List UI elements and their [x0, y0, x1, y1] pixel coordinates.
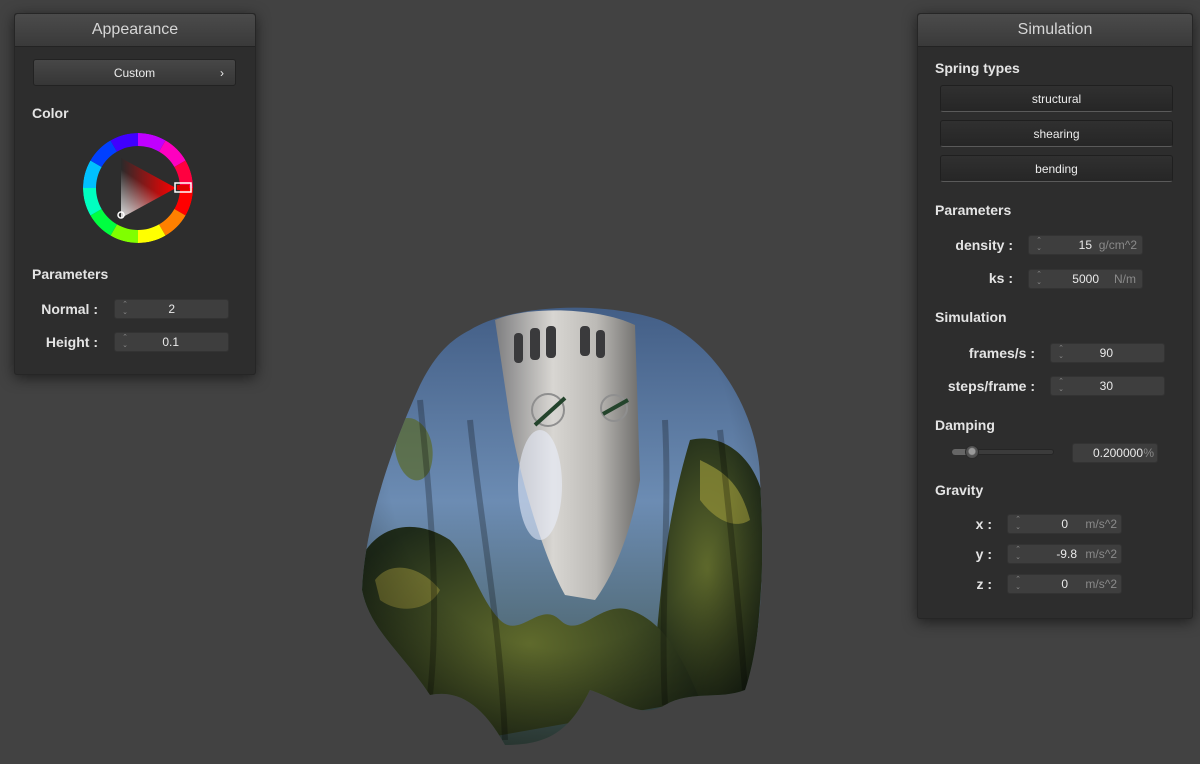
damping-value-box[interactable]: 0.200000 %: [1072, 443, 1158, 463]
spin-arrows-icon[interactable]: ⌃ ⌄: [1057, 345, 1065, 361]
spin-arrows-icon[interactable]: ⌃ ⌄: [1014, 546, 1022, 562]
chevron-right-icon: ›: [220, 66, 224, 80]
gravity-z-label: z :: [976, 576, 992, 592]
color-section-label: Color: [32, 105, 69, 121]
gravity-y-label: y :: [975, 546, 992, 562]
gravity-x-value: 0: [1061, 517, 1068, 531]
ks-spinbox[interactable]: ⌃ ⌄ 5000 N/m: [1028, 269, 1143, 289]
damping-unit: %: [1143, 446, 1154, 460]
gravity-y-spinbox[interactable]: ⌃ ⌄ -9.8 m/s^2: [1007, 544, 1122, 564]
steps-per-frame-value: 30: [1099, 379, 1113, 393]
normal-spinbox[interactable]: ⌃ ⌄ 2: [114, 299, 229, 319]
spin-arrows-icon[interactable]: ⌃ ⌄: [121, 334, 129, 350]
frames-per-second-spinbox[interactable]: ⌃ ⌄ 90: [1050, 343, 1165, 363]
appearance-parameters-label: Parameters: [32, 266, 109, 282]
gravity-y-unit: m/s^2: [1085, 547, 1117, 561]
damping-value: 0.200000: [1092, 446, 1143, 460]
spin-arrows-icon[interactable]: ⌃ ⌄: [1014, 576, 1022, 592]
spin-arrows-icon[interactable]: ⌃ ⌄: [1035, 237, 1043, 253]
spin-arrows-icon[interactable]: ⌃ ⌄: [121, 301, 129, 317]
height-label: Height :: [45, 334, 98, 350]
spin-arrows-icon[interactable]: ⌃ ⌄: [1014, 516, 1022, 532]
spin-arrows-icon[interactable]: ⌃ ⌄: [1057, 378, 1065, 394]
gravity-z-value: 0: [1061, 577, 1068, 591]
preset-dropdown-button[interactable]: Custom ›: [33, 59, 236, 86]
ks-unit: N/m: [1114, 272, 1136, 286]
spin-arrows-icon[interactable]: ⌃ ⌄: [1035, 271, 1043, 287]
density-label: density :: [955, 237, 1013, 253]
color-wheel[interactable]: [83, 133, 193, 243]
normal-label: Normal :: [41, 301, 98, 317]
ks-value: 5000: [1072, 272, 1099, 286]
gravity-z-unit: m/s^2: [1085, 577, 1117, 591]
shearing-toggle-button[interactable]: shearing: [940, 120, 1173, 147]
simulation-section-label: Simulation: [935, 309, 1007, 325]
damping-label: Damping: [935, 417, 995, 433]
frames-per-second-value: 90: [1099, 346, 1113, 360]
ks-label: ks :: [988, 270, 1013, 286]
gravity-label: Gravity: [935, 482, 984, 498]
gravity-y-value: -9.8: [1056, 547, 1077, 561]
appearance-panel-title[interactable]: Appearance: [15, 14, 255, 47]
frames-per-second-label: frames/s :: [968, 345, 1035, 361]
simulation-parameters-label: Parameters: [935, 202, 1012, 218]
density-value: 15: [1078, 238, 1092, 252]
bending-toggle-button[interactable]: bending: [940, 155, 1173, 182]
normal-value: 2: [168, 302, 175, 316]
steps-per-frame-spinbox[interactable]: ⌃ ⌄ 30: [1050, 376, 1165, 396]
gravity-z-spinbox[interactable]: ⌃ ⌄ 0 m/s^2: [1007, 574, 1122, 594]
simulation-panel-title[interactable]: Simulation: [918, 14, 1192, 47]
density-spinbox[interactable]: ⌃ ⌄ 15 g/cm^2: [1028, 235, 1143, 255]
gravity-x-unit: m/s^2: [1085, 517, 1117, 531]
steps-per-frame-label: steps/frame :: [947, 378, 1035, 394]
structural-toggle-button[interactable]: structural: [940, 85, 1173, 112]
damping-slider-knob[interactable]: [965, 445, 979, 459]
spring-types-label: Spring types: [935, 60, 1020, 76]
gravity-x-label: x :: [975, 516, 992, 532]
gravity-x-spinbox[interactable]: ⌃ ⌄ 0 m/s^2: [1007, 514, 1122, 534]
height-value: 0.1: [162, 335, 179, 349]
height-spinbox[interactable]: ⌃ ⌄ 0.1: [114, 332, 229, 352]
density-unit: g/cm^2: [1098, 238, 1137, 252]
preset-label: Custom: [113, 66, 156, 80]
